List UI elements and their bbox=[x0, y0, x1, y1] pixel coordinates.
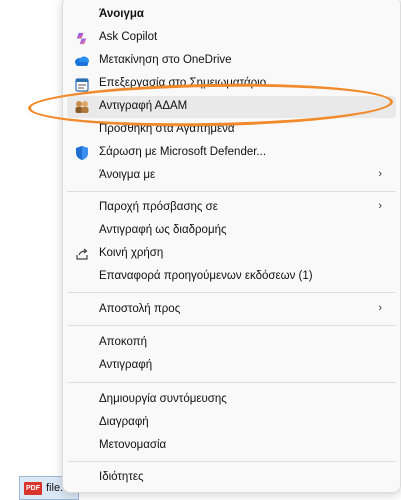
desktop-area: PDF file. Άνοιγμα Ask Copilot Μετακίνηση… bbox=[0, 0, 401, 500]
menu-item-scan-defender[interactable]: Σάρωση με Microsoft Defender... bbox=[67, 142, 396, 164]
menu-separator bbox=[67, 382, 396, 383]
menu-item-share[interactable]: Κοινή χρήση bbox=[67, 243, 396, 265]
menu-item-label: Ιδιότητες bbox=[99, 471, 144, 483]
menu-item-copy-adam[interactable]: Αντιγραφή ΑΔΑΜ bbox=[67, 96, 396, 118]
chevron-right-icon: › bbox=[378, 302, 382, 314]
menu-item-edit-notepad[interactable]: Επεξεργασία στο Σημειωματάριο bbox=[67, 73, 396, 95]
file-name-label: file. bbox=[46, 482, 64, 494]
menu-item-label: Μετονομασία bbox=[99, 439, 167, 451]
menu-item-label: Ask Copilot bbox=[99, 31, 158, 43]
menu-item-label: Κοινή χρήση bbox=[99, 247, 164, 259]
menu-item-label: Παροχή πρόσβασης σε bbox=[99, 201, 218, 213]
menu-separator bbox=[67, 325, 396, 326]
menu-item-label: Δημιουργία συντόμευσης bbox=[99, 393, 227, 405]
menu-item-label: Αποκοπή bbox=[99, 336, 148, 348]
menu-item-move-onedrive[interactable]: Μετακίνηση στο OneDrive bbox=[67, 50, 396, 72]
menu-item-send-to[interactable]: Αποστολή προς › bbox=[67, 299, 396, 321]
menu-separator bbox=[67, 461, 396, 462]
menu-item-label: Διαγραφή bbox=[99, 416, 149, 428]
notepad-icon bbox=[74, 76, 90, 92]
menu-item-label: Αντιγραφή bbox=[99, 359, 153, 371]
menu-item-label: Επεξεργασία στο Σημειωματάριο bbox=[99, 77, 267, 89]
menu-item-copy-as-path[interactable]: Αντιγραφή ως διαδρομής bbox=[67, 220, 396, 242]
chevron-right-icon: › bbox=[378, 168, 382, 180]
menu-item-open[interactable]: Άνοιγμα bbox=[67, 4, 396, 26]
context-menu: Άνοιγμα Ask Copilot Μετακίνηση στο OneDr… bbox=[62, 0, 401, 493]
menu-item-open-with[interactable]: Άνοιγμα με › bbox=[67, 165, 396, 187]
menu-separator bbox=[67, 191, 396, 192]
menu-item-label: Επαναφορά προηγούμενων εκδόσεων (1) bbox=[99, 270, 313, 282]
menu-item-delete[interactable]: Διαγραφή bbox=[67, 412, 396, 434]
menu-separator bbox=[67, 292, 396, 293]
menu-item-label: Σάρωση με Microsoft Defender... bbox=[99, 146, 267, 158]
menu-item-ask-copilot[interactable]: Ask Copilot bbox=[67, 27, 396, 49]
menu-item-label: Αποστολή προς bbox=[99, 303, 181, 315]
pdf-file-icon: PDF bbox=[24, 481, 42, 495]
chevron-right-icon: › bbox=[378, 200, 382, 212]
menu-item-properties[interactable]: Ιδιότητες bbox=[67, 467, 396, 489]
defender-shield-icon bbox=[74, 145, 90, 161]
menu-item-label: Άνοιγμα bbox=[99, 8, 144, 20]
copilot-icon bbox=[74, 30, 90, 46]
menu-item-cut[interactable]: Αποκοπή bbox=[67, 332, 396, 354]
menu-item-label: Προσθήκη στα Αγαπημένα bbox=[99, 123, 235, 135]
menu-item-label: Μετακίνηση στο OneDrive bbox=[99, 54, 232, 66]
onedrive-cloud-icon bbox=[74, 53, 90, 69]
menu-item-give-access[interactable]: Παροχή πρόσβασης σε › bbox=[67, 197, 396, 219]
two-people-icon bbox=[74, 99, 90, 115]
menu-item-label: Άνοιγμα με bbox=[99, 169, 156, 181]
menu-item-label: Αντιγραφή ΑΔΑΜ bbox=[99, 100, 188, 112]
menu-item-rename[interactable]: Μετονομασία bbox=[67, 435, 396, 457]
menu-item-label: Αντιγραφή ως διαδρομής bbox=[99, 224, 227, 236]
menu-item-copy[interactable]: Αντιγραφή bbox=[67, 355, 396, 377]
menu-item-restore-versions[interactable]: Επαναφορά προηγούμενων εκδόσεων (1) bbox=[67, 266, 396, 288]
menu-item-create-shortcut[interactable]: Δημιουργία συντόμευσης bbox=[67, 389, 396, 411]
menu-item-add-favorites[interactable]: Προσθήκη στα Αγαπημένα bbox=[67, 119, 396, 141]
share-icon bbox=[74, 246, 90, 262]
